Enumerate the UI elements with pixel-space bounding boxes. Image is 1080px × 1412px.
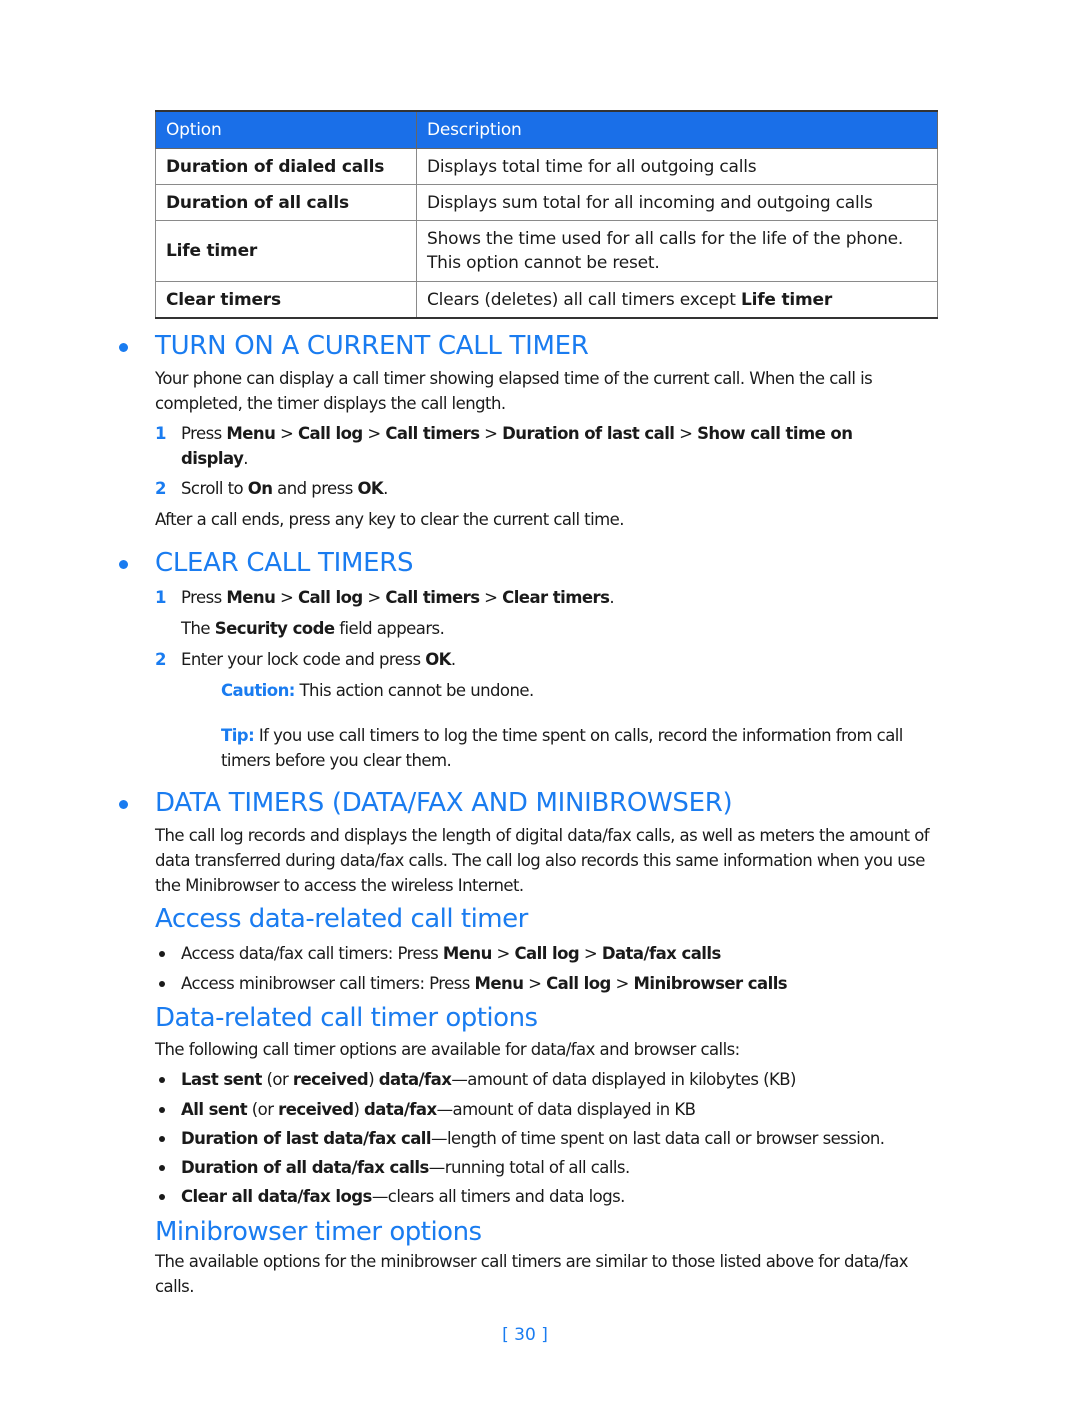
bullet-icon [159,1077,165,1083]
column-header-description: Description [416,110,938,149]
data-timers-intro: The call log records and displays the le… [155,826,930,895]
heading-bullet-icon [119,800,128,809]
option-cell: Duration of all calls [155,184,417,221]
step-1: 1 Press Menu > Call log > Call timers > … [155,585,915,610]
section-heading-clear-call-timers: CLEAR CALL TIMERS [119,548,414,578]
after-call-note: After a call ends, press any key to clea… [155,510,625,529]
list-item-text: Clear all data/fax logs—clears all timer… [181,1187,625,1206]
list-item: Access minibrowser call timers: Press Me… [155,971,945,996]
list-item-text: Last sent (or received) data/fax—amount … [181,1070,797,1089]
section-heading-data-timers: DATA TIMERS (DATA/FAX AND MINIBROWSER) [119,788,733,818]
description-cell: Displays total time for all outgoing cal… [416,148,938,185]
column-header-option: Option [155,110,417,149]
option-cell: Clear timers [155,281,417,319]
heading-bullet-icon [119,560,128,569]
bullet-icon [159,1165,165,1171]
step-2: 2 Scroll to On and press OK. [155,476,915,501]
options-intro: The following call timer options are ava… [155,1040,740,1059]
description-cell: Clears (deletes) all call timers except … [416,281,938,319]
step-number: 1 [155,424,166,443]
intro-paragraph: Your phone can display a call timer show… [155,369,873,413]
bullet-icon [159,1194,165,1200]
step-text: Enter your lock code and press OK. [181,650,456,669]
list-item: Clear all data/fax logs—clears all timer… [155,1184,945,1209]
step-2: 2 Enter your lock code and press OK. [155,647,915,672]
table-row: Clear timers Clears (deletes) all call t… [155,281,938,319]
list-item: Duration of all data/fax calls—running t… [155,1155,945,1180]
option-cell: Life timer [155,220,417,282]
option-cell: Duration of dialed calls [155,148,417,185]
description-text: Clears (deletes) all call timers except [427,289,741,310]
table-header-row: Option Description [155,110,938,149]
description-cell: Displays sum total for all incoming and … [416,184,938,221]
tip-note: Tip: If you use call timers to log the t… [221,723,941,773]
minibrowser-paragraph: The available options for the minibrowse… [155,1252,909,1296]
list-item: Last sent (or received) data/fax—amount … [155,1067,945,1092]
step-text: Press Menu > Call log > Call timers > Du… [181,424,853,468]
list-item-text: All sent (or received) data/fax—amount o… [181,1100,696,1119]
table-row: Life timer Shows the time used for all c… [155,220,938,282]
list-item: Access data/fax call timers: Press Menu … [155,941,945,966]
table-row: Duration of dialed calls Displays total … [155,148,938,185]
step-text: Scroll to On and press OK. [181,479,388,498]
description-bold-term: Life timer [740,289,833,310]
list-item: Duration of last data/fax call—length of… [155,1126,945,1151]
table-row: Duration of all calls Displays sum total… [155,184,938,221]
heading-text: TURN ON A CURRENT CALL TIMER [155,331,589,361]
tip-label: Tip: [221,726,255,745]
description-line: Shows the time used for all calls for th… [427,229,904,249]
list-item-text: Access minibrowser call timers: Press Me… [181,974,788,993]
step-text: Press Menu > Call log > Call timers > Cl… [181,588,615,607]
list-item: All sent (or received) data/fax—amount o… [155,1097,945,1122]
list-item-text: Duration of last data/fax call—length of… [181,1129,885,1148]
caution-note: Caution: This action cannot be undone. [221,678,941,703]
caution-label: Caution: [221,681,295,700]
step-number: 1 [155,588,166,607]
page-number: [ 30 ] [502,1325,548,1345]
bullet-icon [159,1107,165,1113]
bullet-icon [159,951,165,957]
step-subtext: The Security code field appears. [181,619,445,638]
heading-text: DATA TIMERS (DATA/FAX AND MINIBROWSER) [155,788,733,818]
description-line: This option cannot be reset. [427,253,660,273]
heading-text: CLEAR CALL TIMERS [155,548,414,578]
section-heading-current-call-timer: TURN ON A CURRENT CALL TIMER [119,331,589,361]
list-item-text: Access data/fax call timers: Press Menu … [181,944,721,963]
bullet-icon [159,981,165,987]
description-cell: Shows the time used for all calls for th… [416,220,938,282]
step-1-subtext: The Security code field appears. [155,616,915,641]
step-1: 1 Press Menu > Call log > Call timers > … [155,421,915,471]
call-timer-options-table: Option Description Duration of dialed ca… [155,110,938,319]
heading-bullet-icon [119,343,128,352]
subheading-minibrowser-options: Minibrowser timer options [155,1217,482,1247]
step-number: 2 [155,479,166,498]
subheading-timer-options: Data-related call timer options [155,1003,538,1033]
step-number: 2 [155,650,166,669]
tip-text: If you use call timers to log the time s… [221,726,903,770]
subheading-access-data-timer: Access data-related call timer [155,904,528,934]
bullet-icon [159,1136,165,1142]
caution-text: This action cannot be undone. [294,681,535,700]
list-item-text: Duration of all data/fax calls—running t… [181,1158,630,1177]
